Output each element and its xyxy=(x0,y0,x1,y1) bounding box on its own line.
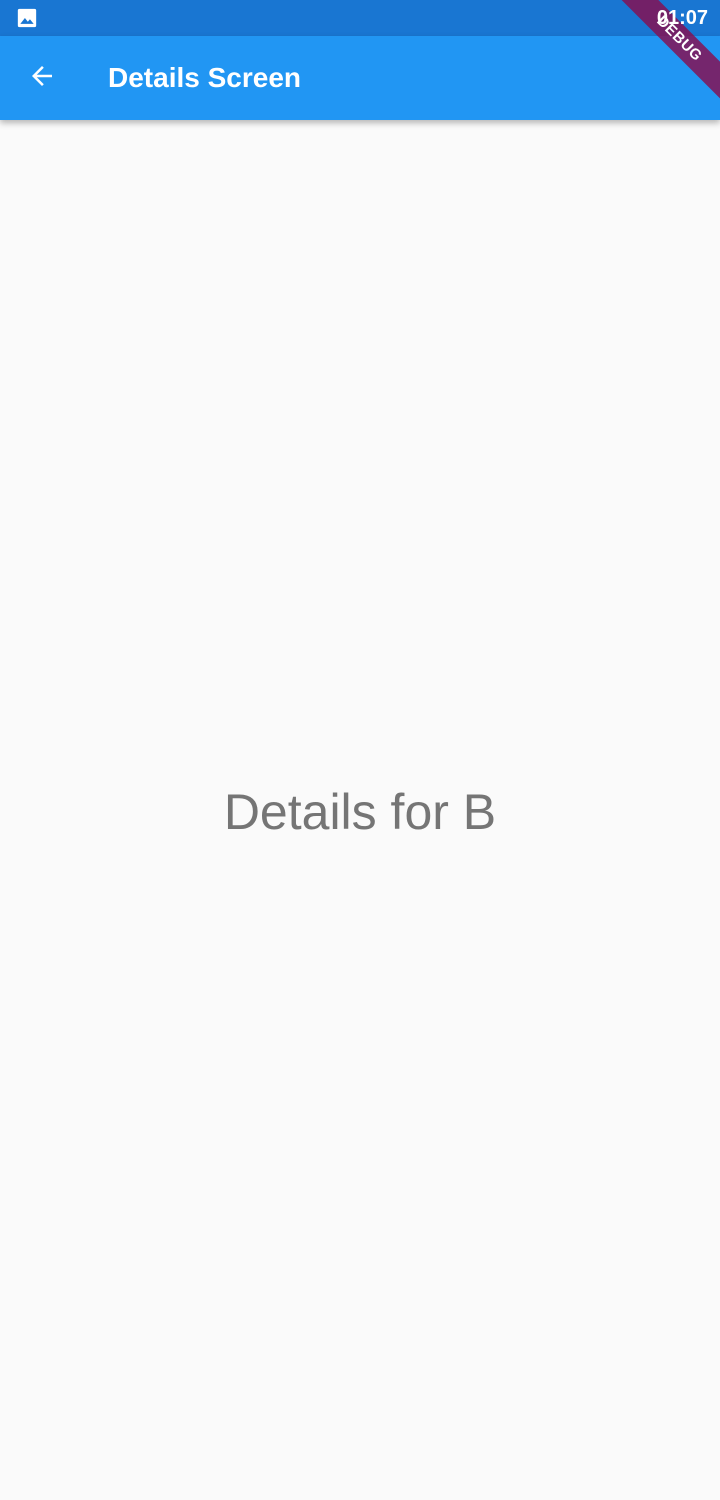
app-bar: Details Screen xyxy=(0,36,720,120)
status-time: 01:07 xyxy=(656,7,708,29)
arrow-back-icon xyxy=(27,61,57,96)
status-bar: 01:07 xyxy=(0,0,720,36)
page-title: Details Screen xyxy=(108,62,301,93)
back-button[interactable] xyxy=(14,50,70,106)
details-text: Details for B xyxy=(223,784,497,840)
image-icon xyxy=(17,8,37,28)
details-body: Details for B xyxy=(0,120,720,1500)
